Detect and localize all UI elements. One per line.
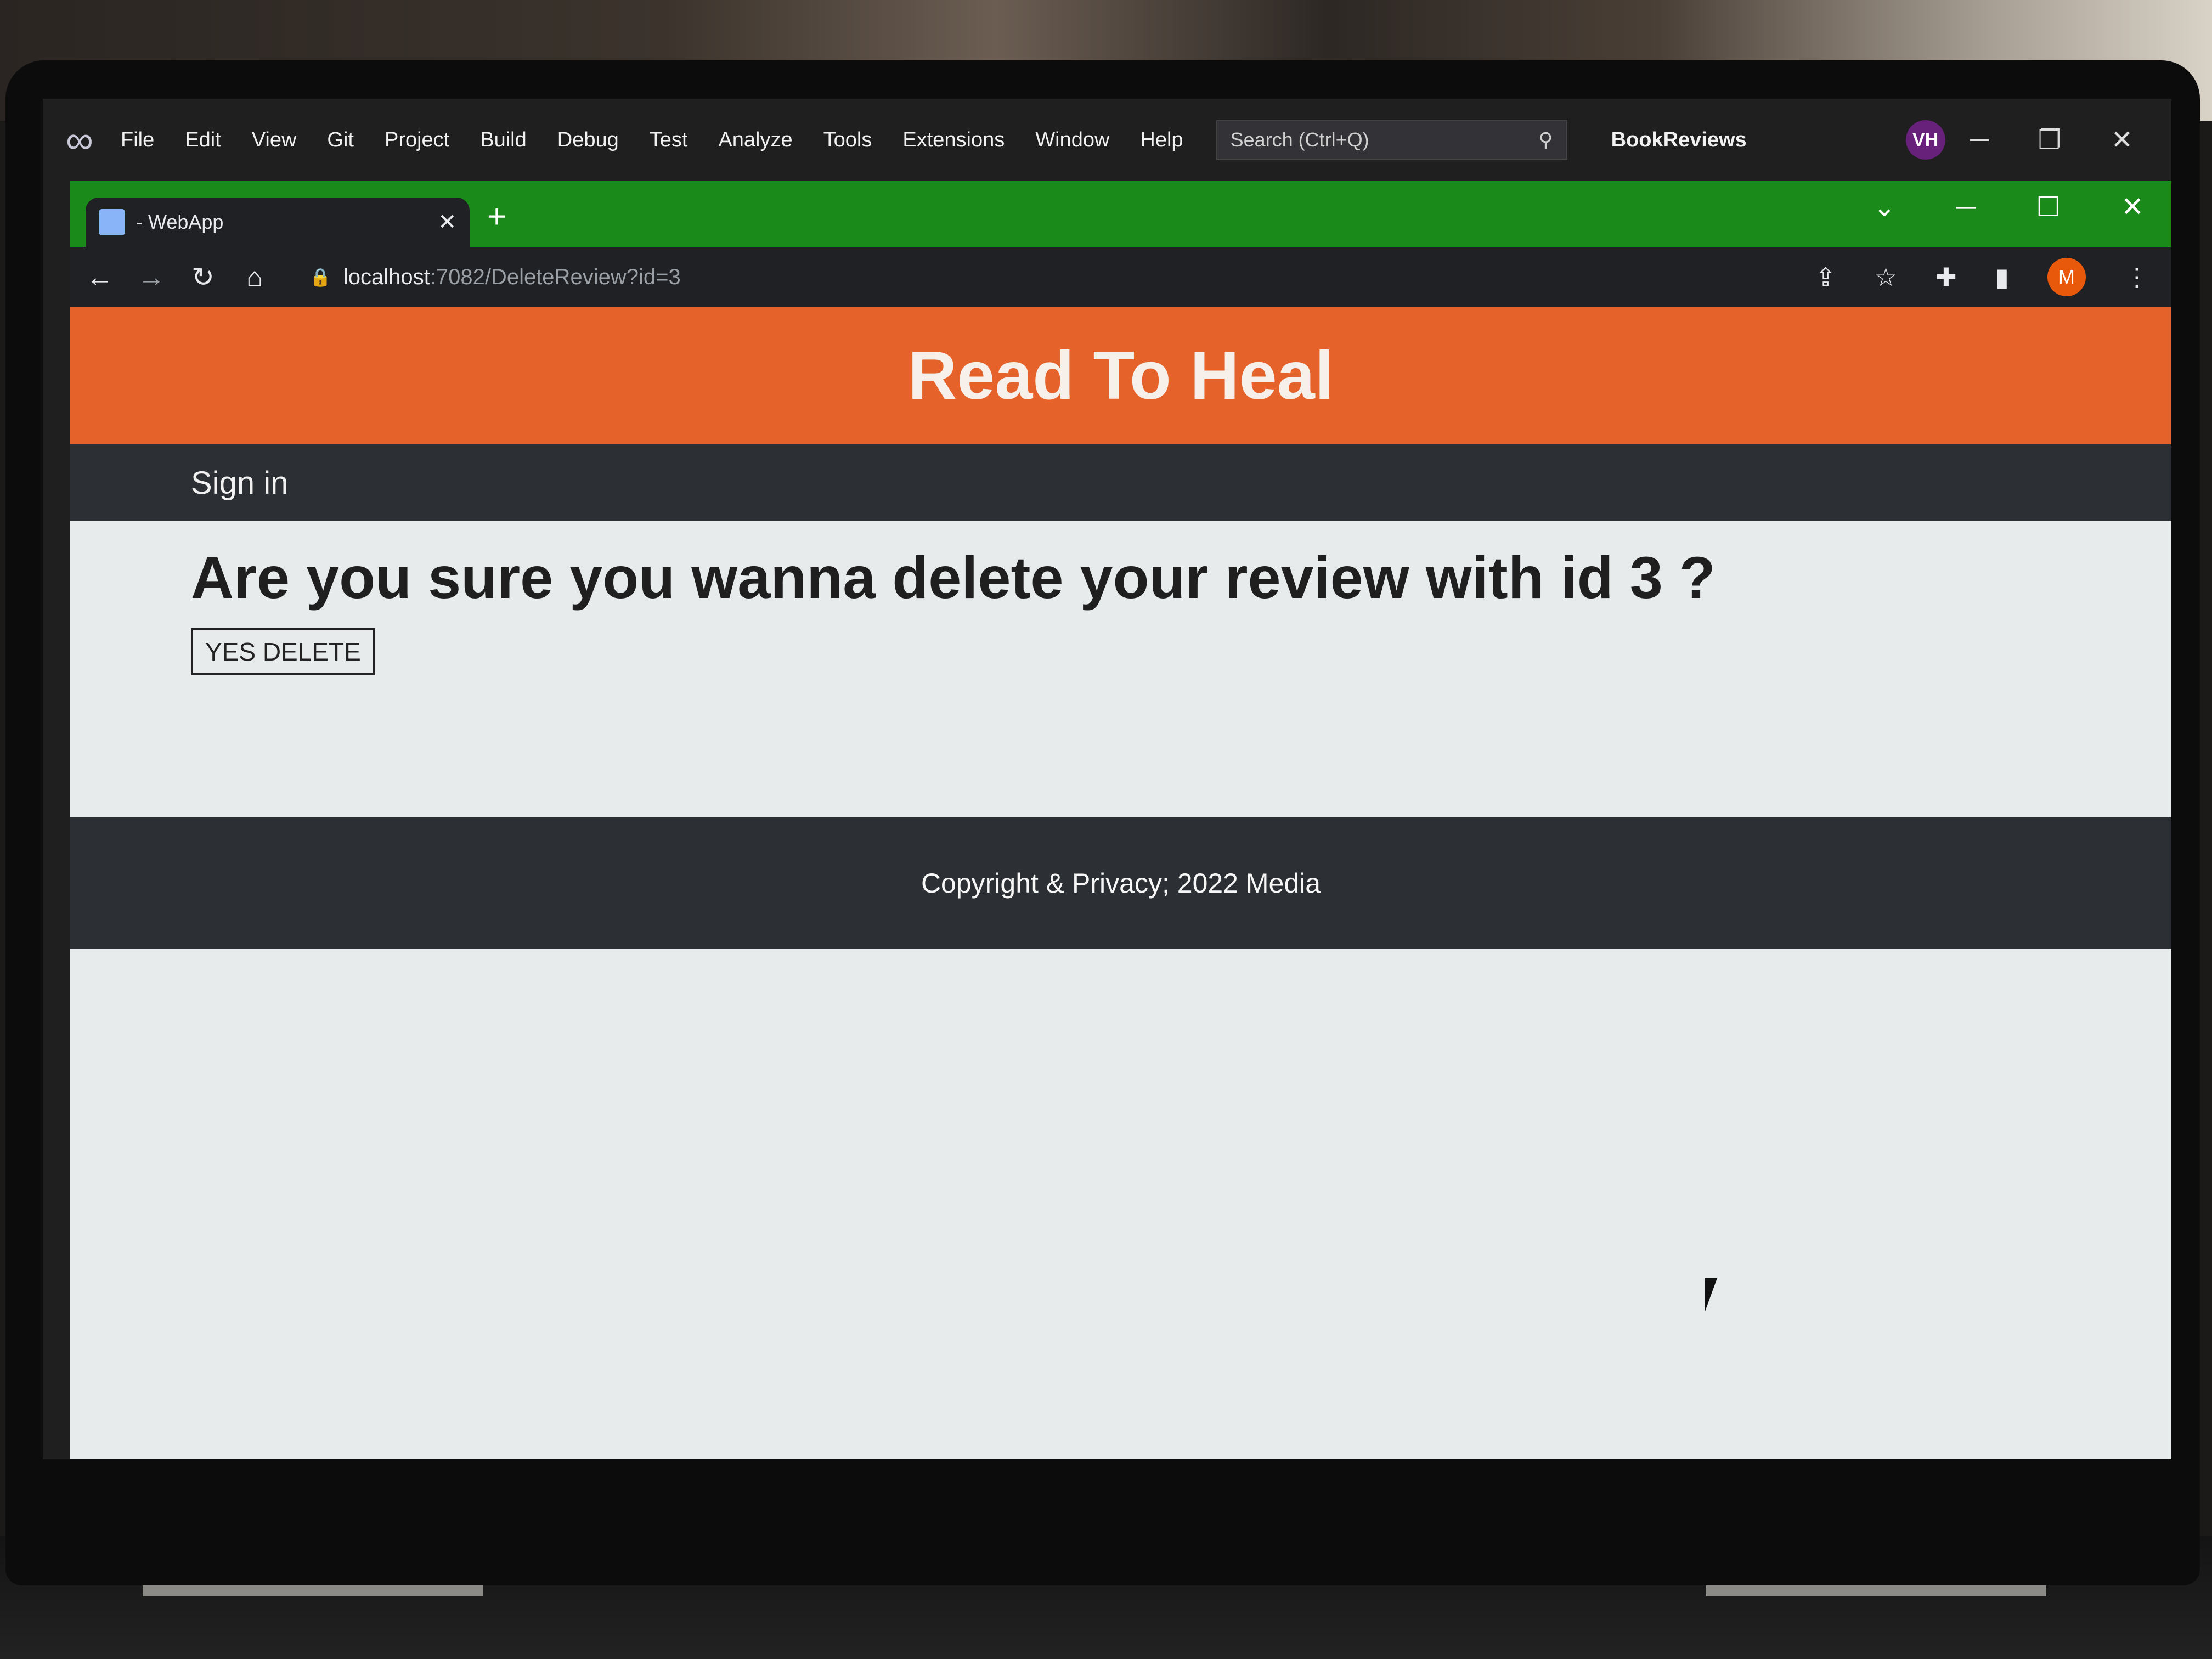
- extensions-puzzle-icon[interactable]: ✚: [1936, 262, 1957, 292]
- lock-icon: 🔒: [309, 267, 331, 287]
- url-path: :7082/DeleteReview?id=3: [430, 264, 681, 289]
- vs-menu-edit[interactable]: Edit: [185, 128, 221, 152]
- home-icon[interactable]: ⌂: [233, 261, 276, 293]
- vs-search-placeholder: Search (Ctrl+Q): [1230, 128, 1369, 151]
- site-footer: Copyright & Privacy; 2022 Media: [70, 817, 2171, 949]
- vs-solution-title: BookReviews: [1611, 128, 1747, 151]
- vs-menu-bar: File Edit View Git Project Build Debug T…: [121, 128, 1183, 152]
- footer-copyright: Copyright & Privacy; 2022 Media: [921, 868, 1321, 899]
- address-bar[interactable]: 🔒 localhost :7082/DeleteReview?id=3: [293, 255, 1489, 299]
- yes-delete-button[interactable]: YES DELETE: [191, 628, 375, 675]
- bookmark-star-icon[interactable]: ☆: [1875, 262, 1897, 292]
- browser-tabstrip: - WebApp ✕ + ⌄ ─ ☐ ✕: [70, 181, 2171, 247]
- side-panel-icon[interactable]: ▮: [1995, 262, 2009, 292]
- browser-close-icon[interactable]: ✕: [2121, 191, 2144, 223]
- site-header: Read To Heal: [70, 307, 2171, 444]
- site-title[interactable]: Read To Heal: [908, 337, 1334, 415]
- main-content: Are you sure you wanna delete your revie…: [70, 521, 2171, 817]
- vs-search-box[interactable]: Search (Ctrl+Q) ⚲: [1216, 120, 1567, 160]
- search-icon: ⚲: [1538, 128, 1553, 151]
- vs-menu-tools[interactable]: Tools: [823, 128, 872, 152]
- tab-title: - WebApp: [136, 211, 224, 233]
- forward-arrow-icon[interactable]: →: [129, 261, 173, 293]
- more-menu-icon[interactable]: ⋮: [2124, 262, 2149, 292]
- url-host: localhost: [343, 264, 430, 289]
- vs-title-bar: ∞ File Edit View Git Project Build Debug…: [43, 99, 2171, 181]
- share-icon[interactable]: ⇪: [1815, 262, 1836, 292]
- vs-window-controls: ─ ❐ ✕: [1970, 125, 2133, 155]
- mouse-cursor-icon: [1705, 1278, 1729, 1311]
- page-favicon-icon: [99, 209, 125, 235]
- vs-minimize-icon[interactable]: ─: [1970, 125, 1989, 155]
- vs-menu-analyze[interactable]: Analyze: [718, 128, 792, 152]
- vs-menu-build[interactable]: Build: [480, 128, 527, 152]
- browser-tab-active[interactable]: - WebApp ✕: [86, 198, 470, 247]
- vs-avatar[interactable]: VH: [1905, 120, 1945, 160]
- screen: ∞ File Edit View Git Project Build Debug…: [43, 99, 2171, 1459]
- vs-menu-git[interactable]: Git: [327, 128, 354, 152]
- vs-menu-debug[interactable]: Debug: [557, 128, 619, 152]
- back-arrow-icon[interactable]: ←: [78, 261, 122, 293]
- new-tab-plus-icon[interactable]: +: [487, 198, 506, 235]
- browser-toolbar-icons: ⇪ ☆ ✚ ▮ M ⋮: [1815, 258, 2149, 296]
- browser-window: - WebApp ✕ + ⌄ ─ ☐ ✕ ← → ↻ ⌂ 🔒 localhost…: [70, 181, 2171, 1459]
- tab-close-icon[interactable]: ✕: [438, 210, 456, 235]
- vs-close-icon[interactable]: ✕: [2111, 125, 2133, 155]
- profile-avatar[interactable]: M: [2047, 258, 2086, 296]
- vs-restore-icon[interactable]: ❐: [2038, 125, 2062, 155]
- vs-menu-test[interactable]: Test: [650, 128, 688, 152]
- browser-toolbar: ← → ↻ ⌂ 🔒 localhost :7082/DeleteReview?i…: [70, 247, 2171, 307]
- vs-menu-window[interactable]: Window: [1035, 128, 1109, 152]
- vs-menu-project[interactable]: Project: [385, 128, 449, 152]
- sign-in-link[interactable]: Sign in: [191, 465, 288, 501]
- browser-minimize-icon[interactable]: ─: [1956, 191, 1976, 223]
- vs-menu-help[interactable]: Help: [1140, 128, 1183, 152]
- web-page: Read To Heal Sign in Are you sure you wa…: [70, 307, 2171, 1459]
- vs-menu-view[interactable]: View: [252, 128, 297, 152]
- reload-icon[interactable]: ↻: [181, 261, 225, 293]
- visual-studio-logo-icon[interactable]: ∞: [55, 115, 104, 165]
- vs-menu-file[interactable]: File: [121, 128, 154, 152]
- delete-confirmation-heading: Are you sure you wanna delete your revie…: [191, 544, 1716, 611]
- browser-window-controls: ⌄ ─ ☐ ✕: [1873, 191, 2144, 223]
- vs-menu-extensions[interactable]: Extensions: [902, 128, 1005, 152]
- tab-search-chevron-icon[interactable]: ⌄: [1873, 191, 1896, 223]
- site-nav: Sign in: [70, 444, 2171, 521]
- browser-maximize-icon[interactable]: ☐: [2036, 191, 2061, 223]
